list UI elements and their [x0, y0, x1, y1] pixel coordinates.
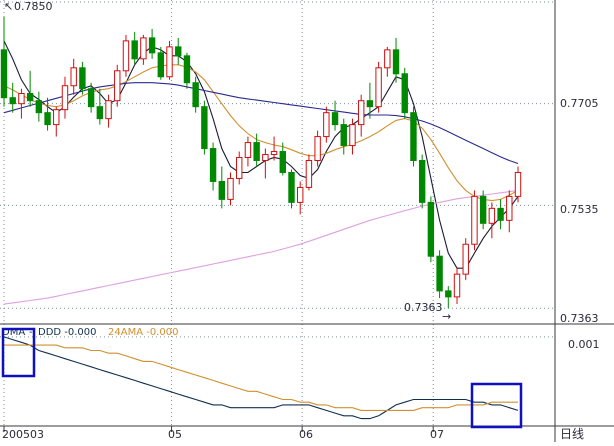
candle-body-up — [227, 177, 234, 200]
candle-body-up — [236, 157, 243, 179]
candle-body-up — [105, 100, 112, 120]
candle-body-down — [87, 88, 95, 108]
candle-body-up — [140, 37, 147, 60]
y-tick-label: 0.7705 — [560, 97, 599, 110]
legend-ddd: DDD -0.000 — [38, 327, 97, 338]
candle-body-down — [410, 112, 417, 162]
candle-body-up — [453, 273, 461, 298]
candle-body-down — [26, 93, 34, 102]
period-label: 日线 — [560, 427, 584, 441]
candle-body-down — [279, 151, 286, 173]
candle-body-up — [462, 243, 469, 275]
candle-body-up — [244, 142, 252, 159]
candle-body-up — [114, 70, 121, 102]
candle-body-down — [157, 52, 165, 78]
candle-body-up — [166, 46, 173, 78]
candle-body-up — [305, 160, 313, 188]
candle-body-down — [253, 142, 260, 162]
candle-body-down — [479, 195, 487, 224]
candle-body-down — [201, 106, 208, 150]
candle-body-up — [262, 154, 269, 162]
candle-body-up — [18, 93, 25, 105]
candle-body-down — [0, 49, 8, 99]
candle-body-up — [270, 151, 278, 156]
candle-body-down — [418, 160, 426, 203]
candle-body-up — [122, 40, 130, 72]
candle-body-down — [340, 124, 347, 147]
candle-body-up — [384, 49, 391, 69]
candle-body-up — [506, 195, 513, 221]
candle-body-up — [375, 67, 382, 108]
low-price-label: 0.7363 — [404, 301, 443, 314]
candle-body-down — [192, 82, 199, 108]
x-tick-label: 05 — [168, 428, 182, 441]
candle-body-up — [314, 136, 321, 162]
candle-body-up — [53, 109, 60, 126]
chart-stage: 0.7705 0.7535 0.7363 0.001 200503 05 06 … — [0, 0, 614, 442]
x-tick-label: 200503 — [2, 428, 44, 441]
candle-body-down — [175, 46, 182, 57]
candle-body-down — [497, 207, 504, 221]
high-arrow-label: ↖ — [4, 0, 13, 13]
candle-body-down — [331, 112, 339, 126]
candle-body-up — [349, 124, 356, 147]
candle-body-down — [209, 148, 217, 182]
x-tick-label: 06 — [299, 428, 313, 441]
candle-body-down — [218, 180, 225, 200]
candle-body-up — [323, 112, 330, 138]
candle-body-down — [9, 97, 16, 105]
candle-body-up — [514, 171, 522, 197]
candle-body-down — [366, 100, 374, 108]
candle-body-down — [288, 171, 295, 203]
candle-body-down — [445, 290, 452, 298]
low-arrow-label: → — [442, 310, 451, 323]
candle-body-down — [183, 55, 191, 84]
candle-body-down — [436, 255, 443, 292]
chart-background — [0, 0, 614, 442]
candle-body-up — [357, 100, 365, 126]
indicator-y-tick-label: 0.001 — [568, 338, 600, 351]
y-tick-label: 0.7535 — [560, 203, 599, 216]
candle-body-up — [488, 207, 496, 224]
candle-body-down — [148, 37, 156, 54]
candle-body-up — [297, 186, 304, 203]
candle-body-up — [471, 195, 478, 245]
candle-body-down — [44, 112, 51, 126]
candle-body-down — [401, 73, 408, 114]
candle-body-down — [79, 67, 86, 90]
candle-body-down — [35, 100, 43, 114]
high-price-label: 0.7850 — [14, 0, 53, 13]
candle-body-up — [70, 67, 77, 87]
candle-body-down — [392, 49, 400, 75]
y-tick-label: 0.7363 — [560, 312, 599, 325]
candle-body-down — [131, 40, 138, 60]
forex-chart: 0.7705 0.7535 0.7363 0.001 200503 05 06 … — [0, 0, 614, 442]
candle-body-down — [96, 106, 104, 120]
x-tick-label: 07 — [430, 428, 444, 441]
candle-body-down — [427, 201, 435, 257]
legend-24ama: 24AMA -0.000 — [108, 327, 178, 338]
candle-body-up — [61, 85, 69, 111]
